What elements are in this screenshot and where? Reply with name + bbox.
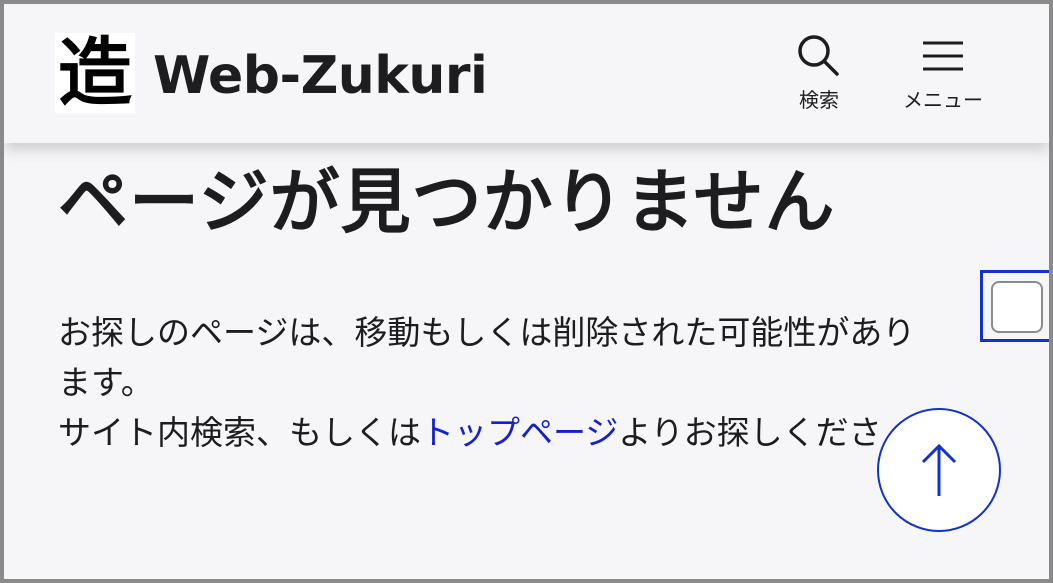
back-to-top-button[interactable]: [877, 408, 1001, 532]
message-line-2: ます。: [58, 363, 154, 402]
message-line-1: お探しのページは、移動もしくは削除された可能性があり: [58, 313, 916, 352]
search-label: 検索: [799, 88, 839, 112]
menu-button[interactable]: メニュー: [897, 30, 989, 122]
site-name[interactable]: Web-Zukuri: [153, 44, 488, 108]
arrow-up-icon: [921, 443, 957, 496]
side-checkbox-focus[interactable]: [980, 270, 1049, 342]
message-line-3-pre: サイト内検索、もしくは: [58, 413, 421, 452]
menu-label: メニュー: [903, 88, 983, 112]
message-line-3-post: よりお探しくださ: [618, 413, 882, 452]
page-title: ページが見つかりません: [58, 161, 836, 243]
search-button[interactable]: 検索: [787, 30, 851, 122]
side-checkbox[interactable]: [991, 281, 1043, 333]
top-page-link[interactable]: トップページ: [421, 413, 618, 452]
not-found-message: お探しのページは、移動もしくは削除された可能性があり ます。 サイト内検索、もし…: [58, 308, 1018, 458]
search-icon: [798, 35, 839, 76]
hamburger-icon: [923, 41, 963, 71]
site-logo[interactable]: 造: [55, 33, 135, 113]
site-header: 造 Web-Zukuri 検索 メニュー: [4, 4, 1049, 143]
message-line-3: サイト内検索、もしくはトップページよりお探しくださ: [58, 408, 1018, 458]
page-frame: 造 Web-Zukuri 検索 メニュー ページが見つかりません お探しのページ…: [0, 0, 1053, 583]
